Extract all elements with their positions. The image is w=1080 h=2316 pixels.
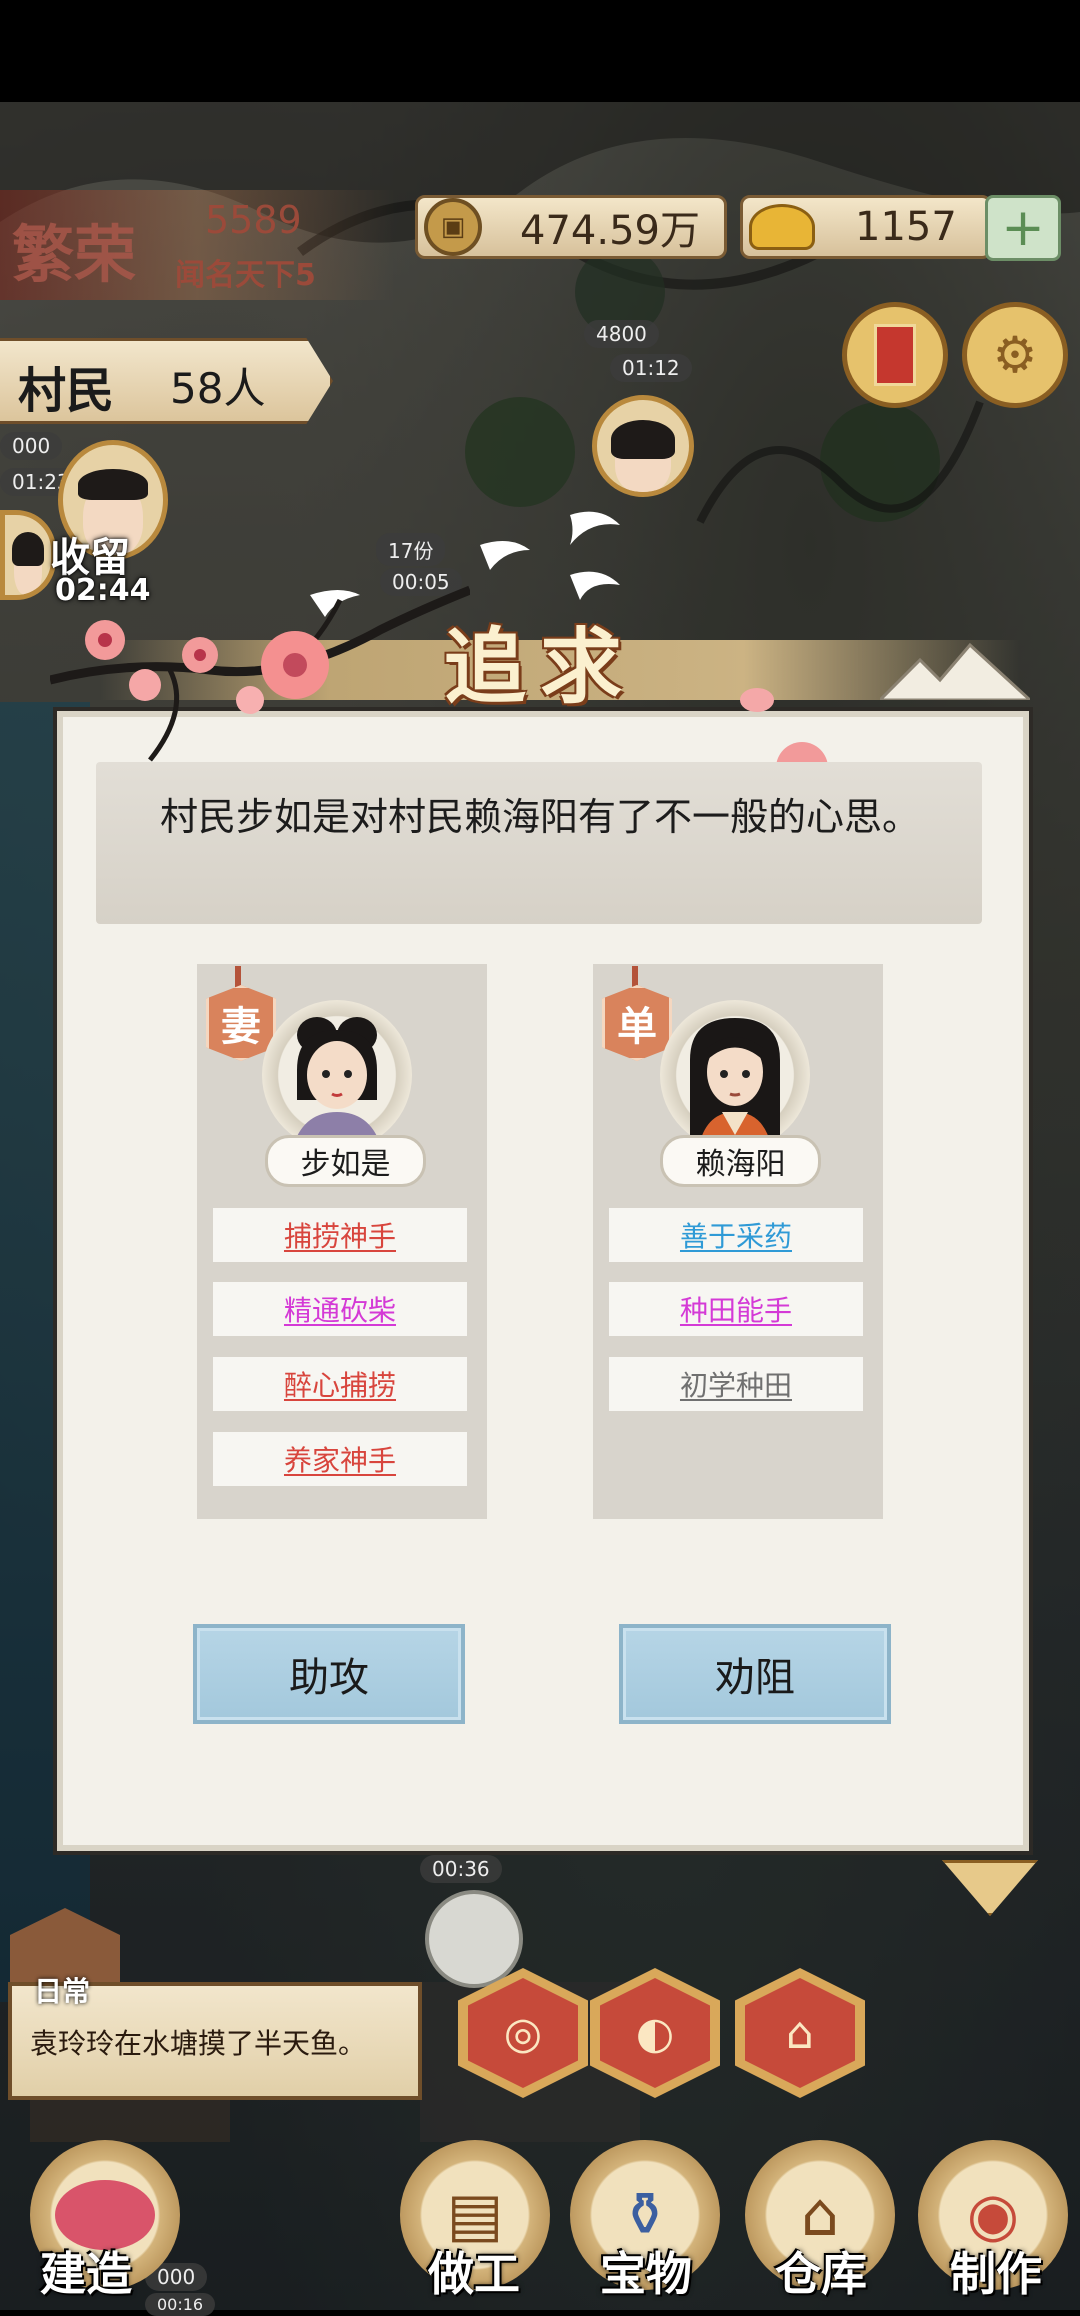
letter-icon bbox=[874, 324, 916, 386]
man-portrait-icon bbox=[690, 1018, 780, 1150]
warehouse-nav-label: 仓库 bbox=[775, 2247, 867, 2301]
target-trait-3: 初学种田 bbox=[609, 1357, 863, 1411]
gold-ingot-icon bbox=[749, 204, 815, 250]
letter-button[interactable] bbox=[842, 302, 948, 408]
target-portrait[interactable] bbox=[660, 1000, 810, 1150]
craft-nav-label: 制作 bbox=[950, 2247, 1042, 2301]
daily-label: 日常 bbox=[34, 1975, 91, 2008]
villager-label: 村民 bbox=[18, 363, 115, 419]
copper-currency[interactable]: ▣ 474.59万 bbox=[415, 195, 727, 259]
status-bar bbox=[0, 0, 1080, 102]
pursuer-trait-3: 醉心捕捞 bbox=[213, 1357, 467, 1411]
prosperity-label: 繁荣 bbox=[12, 218, 137, 291]
treasure-nav-label: 宝物 bbox=[600, 2247, 692, 2301]
woman-portrait-icon bbox=[292, 1017, 382, 1150]
pavilion-icon: ⌂ bbox=[745, 1978, 855, 2088]
bottom-left-timer-time: 00:16 bbox=[145, 2293, 216, 2316]
villager-face bbox=[611, 419, 676, 492]
fame-text: 闻名天下5 bbox=[175, 258, 316, 293]
mountain-ornament bbox=[880, 642, 1030, 700]
bottom-timer: 00:36 bbox=[420, 1855, 502, 1883]
building-icon[interactable] bbox=[425, 1890, 523, 1988]
add-currency-button[interactable]: + bbox=[985, 195, 1061, 261]
pursuer-trait-1: 捕捞神手 bbox=[213, 1208, 467, 1262]
building-timer-value: 4800 bbox=[584, 320, 659, 348]
daily-message: 袁玲玲在水塘摸了半天鱼。 bbox=[30, 2027, 367, 2060]
villager-count: 58人 bbox=[170, 364, 266, 413]
pursuer-trait-4: 养家神手 bbox=[213, 1432, 467, 1486]
villager-avatar-top[interactable] bbox=[592, 395, 694, 497]
gold-amount: 1157 bbox=[855, 204, 957, 250]
target-name: 赖海阳 bbox=[660, 1135, 821, 1187]
villager-face bbox=[12, 532, 44, 595]
copper-amount: 474.59万 bbox=[520, 208, 700, 254]
pursuer-name: 步如是 bbox=[265, 1135, 426, 1187]
prosperity-value: 5589 bbox=[205, 198, 302, 242]
gear-icon: ⚙ bbox=[992, 326, 1038, 384]
pursuer-trait-2: 精通砍柴 bbox=[213, 1282, 467, 1336]
ring-icon: ◎ bbox=[468, 1978, 578, 2088]
build-nav-label: 建造 bbox=[40, 2247, 132, 2301]
assist-button[interactable]: 助攻 bbox=[193, 1624, 465, 1724]
villager-panel[interactable]: 村民 58人 bbox=[0, 338, 333, 424]
copper-coin-icon: ▣ bbox=[424, 198, 482, 256]
single-tag: 单 bbox=[602, 985, 672, 1061]
drum-icon: ◐ bbox=[600, 1978, 710, 2088]
pursuer-portrait[interactable] bbox=[262, 1000, 412, 1150]
prosperity-panel: 繁荣 5589 闻名天下5 bbox=[0, 190, 395, 300]
settings-button[interactable]: ⚙ bbox=[962, 302, 1068, 408]
dissuade-button[interactable]: 劝阻 bbox=[619, 1624, 891, 1724]
dialog-message: 村民步如是对村民赖海阳有了不一般的心思。 bbox=[159, 795, 920, 839]
plum-blossom-branch bbox=[50, 585, 470, 762]
work-nav-label: 做工 bbox=[428, 2247, 520, 2301]
left-timer-value: 000 bbox=[0, 432, 63, 460]
gold-currency[interactable]: 1157 bbox=[740, 195, 992, 259]
target-trait-1: 善于采药 bbox=[609, 1208, 863, 1262]
target-trait-2: 种田能手 bbox=[609, 1282, 863, 1336]
building-timer-time: 01:12 bbox=[610, 354, 692, 382]
petal-small-1 bbox=[740, 688, 774, 712]
dialog-title: 追求 bbox=[444, 619, 637, 715]
